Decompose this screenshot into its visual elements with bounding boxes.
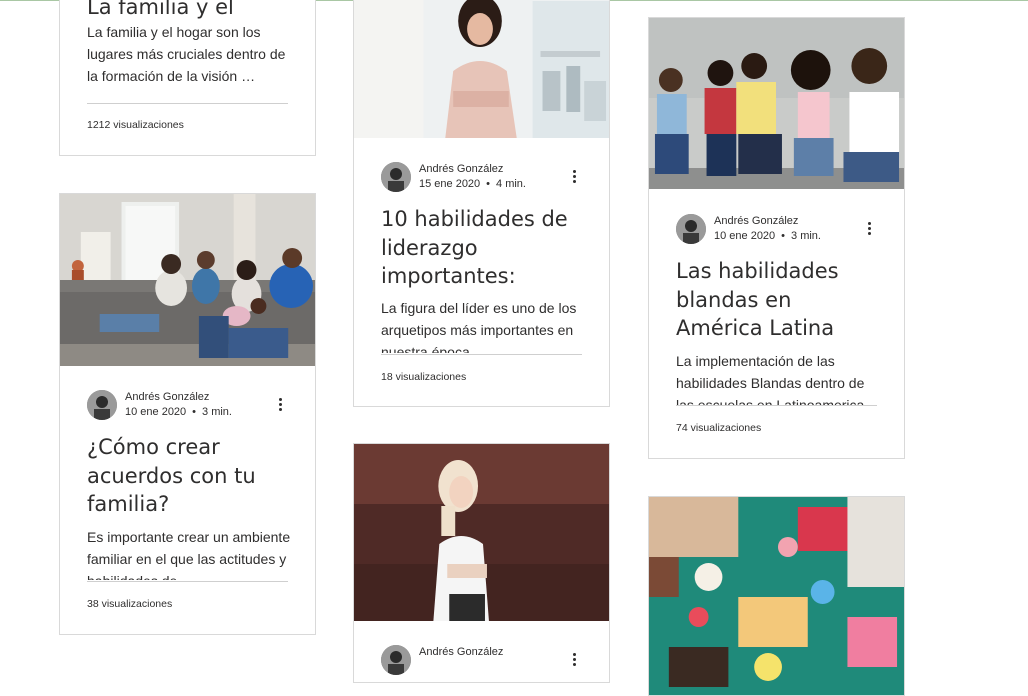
post-card-campo[interactable]: Andrés González (353, 443, 610, 683)
post-read-time: 3 min. (202, 406, 232, 418)
separator-dot: • (192, 406, 197, 418)
post-meta: Andrés González (381, 645, 582, 679)
post-title[interactable]: La familia y el hogar (87, 0, 295, 21)
post-cover-image[interactable] (354, 0, 609, 138)
post-card-familia-hogar[interactable]: La familia y el hogar La familia y el ho… (59, 0, 316, 156)
post-excerpt: La familia y el hogar son los lugares má… (87, 24, 286, 84)
post-views: 18 visualizaciones (381, 371, 467, 383)
post-author[interactable]: Andrés González (419, 162, 503, 176)
post-card-acuerdos-familia[interactable]: Andrés González 10 ene 2020 • 3 min. ¿Cómo… (59, 193, 316, 635)
post-excerpt: La figura del líder es uno de los arquet… (381, 300, 577, 353)
author-avatar[interactable] (381, 162, 411, 192)
post-date: 10 ene 2020 (714, 230, 776, 242)
post-card-manualidades[interactable] (648, 496, 905, 696)
post-date: 10 ene 2020 (125, 406, 187, 418)
post-author[interactable]: Andrés González (125, 390, 209, 404)
post-read-time: 4 min. (496, 178, 526, 190)
post-card-habilidades-liderazgo[interactable]: Andrés González 15 ene 2020 • 4 min. 10 ha… (353, 0, 610, 407)
post-title[interactable]: Las habilidades blandas en América Latin… (676, 257, 884, 343)
post-author[interactable]: Andrés González (714, 214, 798, 228)
more-options-icon[interactable] (861, 218, 877, 238)
post-date-row: 10 ene 2020 • 3 min. (714, 229, 821, 243)
post-date-row: 15 ene 2020 • 4 min. (419, 177, 526, 191)
author-avatar[interactable] (87, 390, 117, 420)
post-meta: Andrés González 10 ene 2020 • 3 min. (676, 214, 877, 248)
post-views: 1212 visualizaciones (87, 119, 184, 131)
post-divider (381, 354, 582, 355)
post-cover-image[interactable] (354, 444, 609, 621)
post-divider (87, 103, 288, 104)
post-meta: Andrés González 10 ene 2020 • 3 min. (87, 390, 288, 424)
post-cover-image[interactable] (60, 194, 315, 366)
post-excerpt: La implementación de las habilidades Bla… (676, 353, 865, 406)
post-cover-image[interactable] (649, 497, 904, 695)
post-views: 74 visualizaciones (676, 422, 762, 434)
post-date-row: 10 ene 2020 • 3 min. (125, 405, 232, 419)
author-avatar[interactable] (676, 214, 706, 244)
post-divider (87, 581, 288, 582)
post-cover-image[interactable] (649, 18, 904, 189)
more-options-icon[interactable] (566, 166, 582, 186)
separator-dot: • (781, 230, 786, 242)
more-options-icon[interactable] (272, 394, 288, 414)
post-title[interactable]: ¿Cómo crear acuerdos con tu familia? (87, 433, 295, 519)
post-card-habilidades-blandas[interactable]: Andrés González 10 ene 2020 • 3 min. Las h… (648, 17, 905, 459)
post-excerpt: Es importante crear un ambiente familiar… (87, 529, 291, 580)
post-divider (676, 405, 877, 406)
post-read-time: 3 min. (791, 230, 821, 242)
post-views: 38 visualizaciones (87, 598, 173, 610)
post-author[interactable]: Andrés González (419, 645, 503, 659)
post-date: 15 ene 2020 (419, 178, 481, 190)
more-options-icon[interactable] (566, 649, 582, 669)
separator-dot: • (486, 178, 491, 190)
author-avatar[interactable] (381, 645, 411, 675)
post-title[interactable]: 10 habilidades de liderazgo importantes: (381, 205, 589, 291)
post-meta: Andrés González 15 ene 2020 • 4 min. (381, 162, 582, 196)
